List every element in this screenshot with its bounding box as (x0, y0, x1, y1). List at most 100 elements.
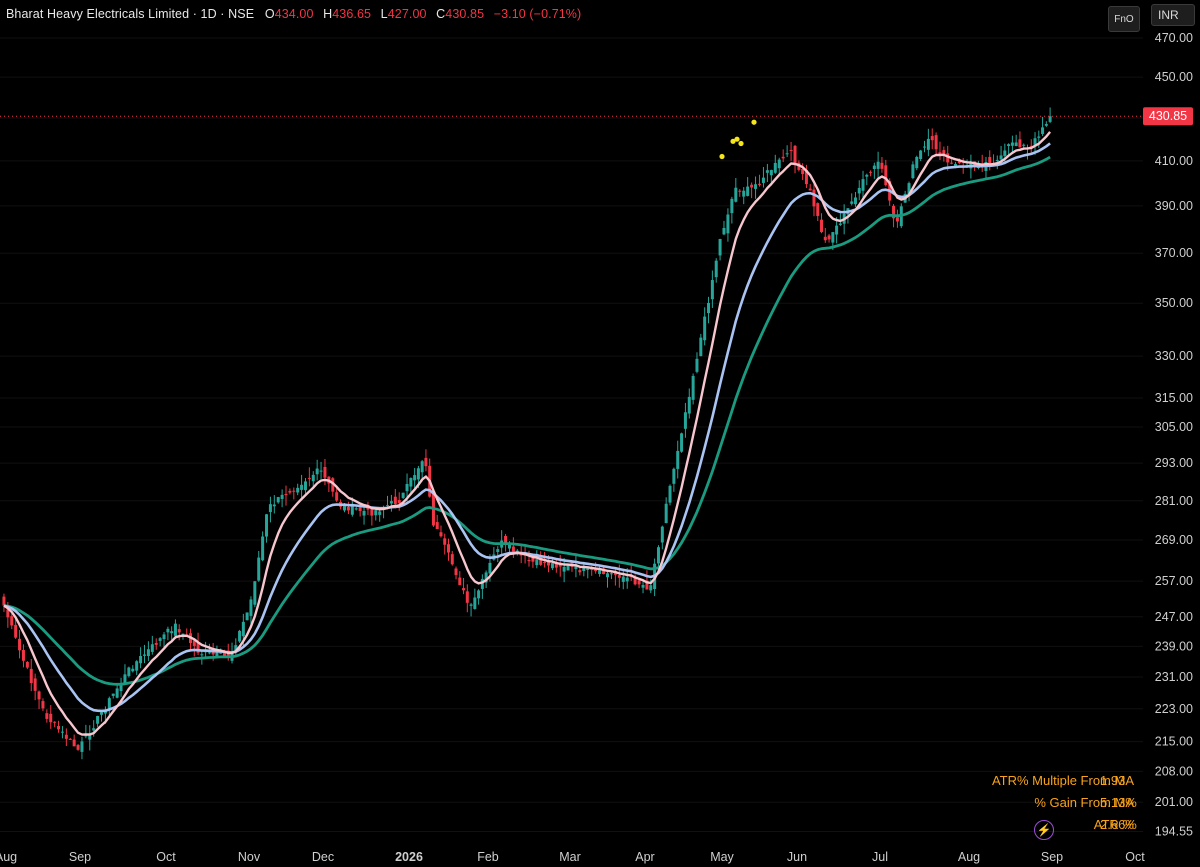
candle-body (606, 573, 609, 578)
y-tick-label: 315.00 (1155, 391, 1193, 405)
candle-body (170, 631, 174, 634)
candle-body (241, 621, 245, 637)
candle-body (1007, 144, 1011, 147)
y-tick-label: 470.00 (1155, 31, 1193, 45)
candle-body (738, 190, 742, 192)
candle-body (550, 563, 554, 569)
candle-body (401, 492, 405, 498)
candle-body (413, 475, 417, 481)
candle-body (872, 165, 876, 169)
y-tick-label: 231.00 (1155, 670, 1193, 684)
lightning-icon[interactable]: ⚡ (1034, 820, 1054, 840)
candle-body (215, 652, 219, 657)
candle-body (18, 638, 22, 651)
currency-button[interactable]: INR (1151, 4, 1195, 26)
candle-body (303, 481, 307, 491)
candle-body (92, 728, 96, 731)
fno-button[interactable]: FnO (1108, 6, 1140, 32)
candle-body (761, 177, 765, 183)
candle-body (57, 725, 61, 730)
candle-body (758, 183, 761, 185)
candle-body (586, 568, 590, 571)
candle-body (707, 302, 711, 314)
candle-body (96, 715, 100, 724)
candle-body (915, 156, 919, 169)
candle-body (68, 738, 72, 740)
candle-body (543, 561, 547, 564)
candle-body (200, 654, 204, 656)
candle-body (424, 457, 428, 467)
candle-body (664, 503, 668, 524)
candle-body (999, 155, 1003, 160)
candle-body (808, 188, 812, 191)
candle-body (691, 375, 695, 400)
x-tick-label: Feb (477, 850, 499, 864)
candle-body (462, 588, 466, 591)
candle-body (76, 745, 80, 750)
x-tick-label: Oct (156, 850, 176, 864)
price-chart[interactable]: 470.00450.00430.00410.00390.00370.00350.… (0, 0, 1200, 867)
candle-body (131, 668, 135, 672)
candle-body (29, 668, 33, 684)
candle-body (695, 358, 699, 372)
candle-body (683, 412, 687, 429)
y-tick-label: 390.00 (1155, 199, 1193, 213)
candle-body (527, 559, 531, 562)
candle-body (853, 197, 857, 205)
candle-body (734, 187, 738, 202)
candle-body (488, 562, 492, 574)
last-price-label: 430.85 (1149, 109, 1187, 123)
x-tick-label: Sep (69, 850, 91, 864)
candle-body (37, 691, 41, 700)
candle-body (754, 184, 758, 189)
y-tick-label: 194.55 (1155, 825, 1193, 839)
candle-body (473, 597, 477, 609)
candle-body (861, 179, 865, 191)
candle-body (1010, 142, 1014, 146)
y-tick-label: 247.00 (1155, 610, 1193, 624)
candle-body (1022, 144, 1026, 146)
signal-marker (734, 136, 740, 142)
candle-body (272, 504, 276, 507)
candle-body (676, 450, 680, 469)
x-tick-label: May (710, 850, 734, 864)
candle-body (253, 581, 257, 605)
symbol-title: Bharat Heavy Electricals Limited · 1D · … (6, 7, 255, 21)
candle-body (793, 145, 797, 166)
candle-body (416, 468, 420, 480)
candle-body (41, 701, 45, 709)
signal-marker (751, 119, 757, 125)
candle-body (447, 544, 450, 553)
candle-body (942, 150, 946, 155)
x-tick-label: Oct (1125, 850, 1145, 864)
candle-body (261, 536, 265, 561)
candle-body (785, 153, 789, 155)
candle-body (773, 162, 777, 173)
candle-body (703, 316, 707, 341)
candle-body (358, 507, 362, 511)
candle-body (300, 484, 304, 490)
candle-body (578, 570, 582, 573)
candle-body (245, 612, 249, 621)
candle-body (154, 643, 158, 645)
high-value: 436.65 (332, 7, 372, 21)
candle-body (617, 575, 621, 578)
candle-body (923, 146, 926, 148)
candle-body (714, 260, 718, 278)
candle-body (21, 650, 25, 661)
candle-body (80, 741, 84, 752)
candle-body (354, 508, 358, 510)
candle-body (750, 184, 754, 188)
candle-body (49, 713, 53, 723)
candle-body (566, 565, 570, 571)
candle-body (14, 624, 18, 638)
gain-from-ma-value: 5.13% (1100, 795, 1137, 810)
atr-percent-value: 2.66% (1100, 817, 1137, 832)
candle-body (995, 159, 999, 161)
candle-body (45, 713, 49, 719)
candle-body (823, 236, 827, 241)
signal-marker (738, 140, 744, 147)
y-tick-label: 257.00 (1155, 574, 1193, 588)
candle-body (668, 485, 672, 503)
candle-body (307, 477, 311, 479)
